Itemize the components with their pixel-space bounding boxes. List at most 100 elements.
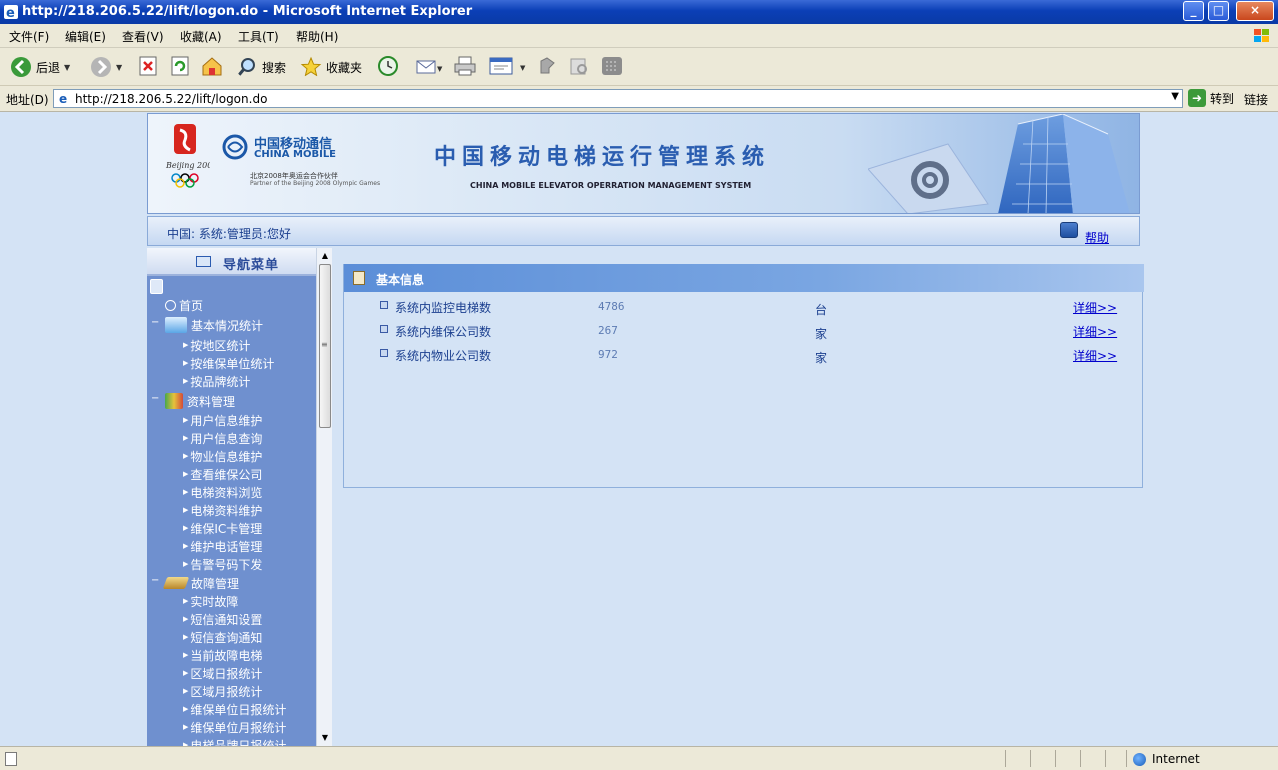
messenger-icon[interactable] [600,55,624,77]
info-unit: 台 [815,303,828,317]
nav-item[interactable]: ▶ 告警号码下发 [183,555,262,573]
china-mobile-logo [222,134,248,160]
history-icon[interactable] [376,55,400,77]
scroll-thumb[interactable]: ≡ [319,264,331,428]
nav-group-fault-mgmt[interactable]: 故障管理 [162,574,239,592]
nav-item-label: 短信查询通知 [190,630,263,645]
go-label: 转到 [1210,91,1235,106]
back-label: 后退 [36,60,61,75]
nav-item[interactable]: ▶ 实时故障 [183,592,238,610]
print-icon[interactable] [453,55,477,77]
detail-link[interactable]: 详细>> [1073,299,1117,316]
arrow-right-icon: ▶ [183,341,189,349]
nav-item[interactable]: ▶ 维护电话管理 [183,537,262,555]
nav-item-label: 查看维保公司 [190,467,263,482]
star-icon [300,56,322,77]
system-title: 中国移动电梯运行管理系统 [434,145,771,170]
panel-header: 基本信息 [344,264,1144,292]
menu-favorites[interactable]: 收藏(A) [180,28,222,45]
close-button[interactable]: × [1236,1,1274,21]
menu-file[interactable]: 文件(F) [9,28,49,45]
nav-item[interactable]: ▶ 维保单位日报统计 [183,700,286,718]
panel-title: 基本信息 [376,273,425,287]
home-icon[interactable] [200,55,224,77]
system-title-en: CHINA MOBILE ELEVATOR OPERRATION MANAGEM… [470,181,752,190]
address-input[interactable]: e http://218.206.5.22/lift/logon.do ▼ [53,89,1183,108]
svg-text:▼: ▼ [437,65,443,73]
nav-item[interactable]: ▶ 区域月报统计 [183,682,262,700]
nav-group-basic-stats[interactable]: 基本情况统计 [165,316,263,334]
arrow-right-icon: ▶ [183,434,189,442]
arrow-right-icon: ▶ [183,651,189,659]
nav-group-data-mgmt[interactable]: 资料管理 [165,392,235,410]
arrow-right-icon: ▶ [183,633,189,641]
maximize-button[interactable]: □ [1208,1,1229,21]
detail-link[interactable]: 详细>> [1073,323,1117,340]
favorites-label: 收藏夹 [326,60,363,75]
search-label: 搜索 [262,60,287,75]
nav-item[interactable]: ▶ 查看维保公司 [183,465,262,483]
nav-item-label: 用户信息查询 [190,431,263,446]
nav-item[interactable]: ▶ 用户信息维护 [183,411,262,429]
refresh-icon[interactable] [169,55,191,77]
bullet-icon [380,325,388,333]
stop-icon[interactable] [137,55,159,77]
menu-edit[interactable]: 编辑(E) [65,28,106,45]
nav-item[interactable]: ▶ 电梯资料浏览 [183,483,262,501]
navigation-sidebar: 导航菜单 首页 − 基本情况统计 ▶ 按地区统计 ▶ 按维保单位统计 ▶ 按品牌统计 … [147,248,316,746]
svg-text:e: e [59,92,67,105]
scroll-up-icon[interactable]: ▲ [317,248,333,264]
nav-item[interactable]: ▶ 当前故障电梯 [183,646,262,664]
forward-dropdown-icon[interactable]: ▼ [116,63,122,72]
detail-link[interactable]: 详细>> [1073,347,1117,364]
nav-item[interactable]: ▶ 维保IC卡管理 [183,519,262,537]
collapse-icon[interactable]: − [151,317,159,328]
nav-item[interactable]: ▶ 短信通知设置 [183,610,262,628]
sidebar-scrollbar[interactable]: ▲ ≡ ▼ [316,248,332,746]
nav-item[interactable]: ▶ 短信查询通知 [183,628,262,646]
address-dropdown-icon[interactable]: ▼ [1171,91,1179,102]
arrow-right-icon: ▶ [183,377,189,385]
nav-item[interactable]: ▶ 按品牌统计 [183,372,250,390]
nav-group-label: 资料管理 [187,394,236,409]
minimize-button[interactable]: _ [1183,1,1204,21]
back-dropdown-icon[interactable]: ▼ [64,63,70,72]
nav-item[interactable]: ▶ 按维保单位统计 [183,354,274,372]
help-link[interactable]: 帮助 [1085,229,1109,246]
nav-item[interactable]: ▶ 电梯资料维护 [183,501,262,519]
research-icon[interactable] [568,55,590,77]
info-label: 系统内维保公司数 [395,325,492,339]
windows-logo-icon [1254,29,1269,42]
nav-item[interactable]: ▶ 电梯品牌日报统计 [183,736,287,747]
collapse-icon[interactable]: − [151,575,159,586]
search-button[interactable]: 搜索 [236,55,286,79]
building-illustration [868,114,1130,213]
discuss-icon[interactable] [537,55,559,77]
info-value: 267 [598,324,618,337]
links-button[interactable]: 链接 [1244,91,1268,108]
favorites-button[interactable]: 收藏夹 [300,55,362,79]
forward-button[interactable]: ▼ [90,55,122,79]
nav-home[interactable]: 首页 [165,296,203,314]
help-icon[interactable] [1060,222,1078,238]
nav-item-label: 电梯品牌日报统计 [190,738,287,747]
china-mobile-en-name: CHINA MOBILE [254,149,337,160]
nav-item[interactable]: ▶ 区域日报统计 [183,664,262,682]
scroll-down-icon[interactable]: ▼ [317,730,333,746]
edit-icon[interactable]: ▼ [488,55,530,77]
go-button[interactable]: ➜ 转到 [1188,89,1234,107]
nav-item[interactable]: ▶ 物业信息维护 [183,447,262,465]
search-icon [237,58,255,76]
nav-item[interactable]: ▶ 用户信息查询 [183,429,262,447]
info-row: 系统内维保公司数 267 家 详细>> [344,321,1144,341]
mail-icon[interactable]: ▼ [414,55,444,77]
arrow-right-icon: ▶ [183,560,189,568]
menu-tools[interactable]: 工具(T) [238,28,279,45]
collapse-icon[interactable]: − [151,393,159,404]
menu-view[interactable]: 查看(V) [122,28,164,45]
nav-item[interactable]: ▶ 维保单位月报统计 [183,718,286,736]
back-button[interactable]: 后退 ▼ [10,55,70,79]
nav-item[interactable]: ▶ 按地区统计 [183,336,250,354]
book-open-icon [162,577,190,589]
menu-help[interactable]: 帮助(H) [296,28,338,45]
